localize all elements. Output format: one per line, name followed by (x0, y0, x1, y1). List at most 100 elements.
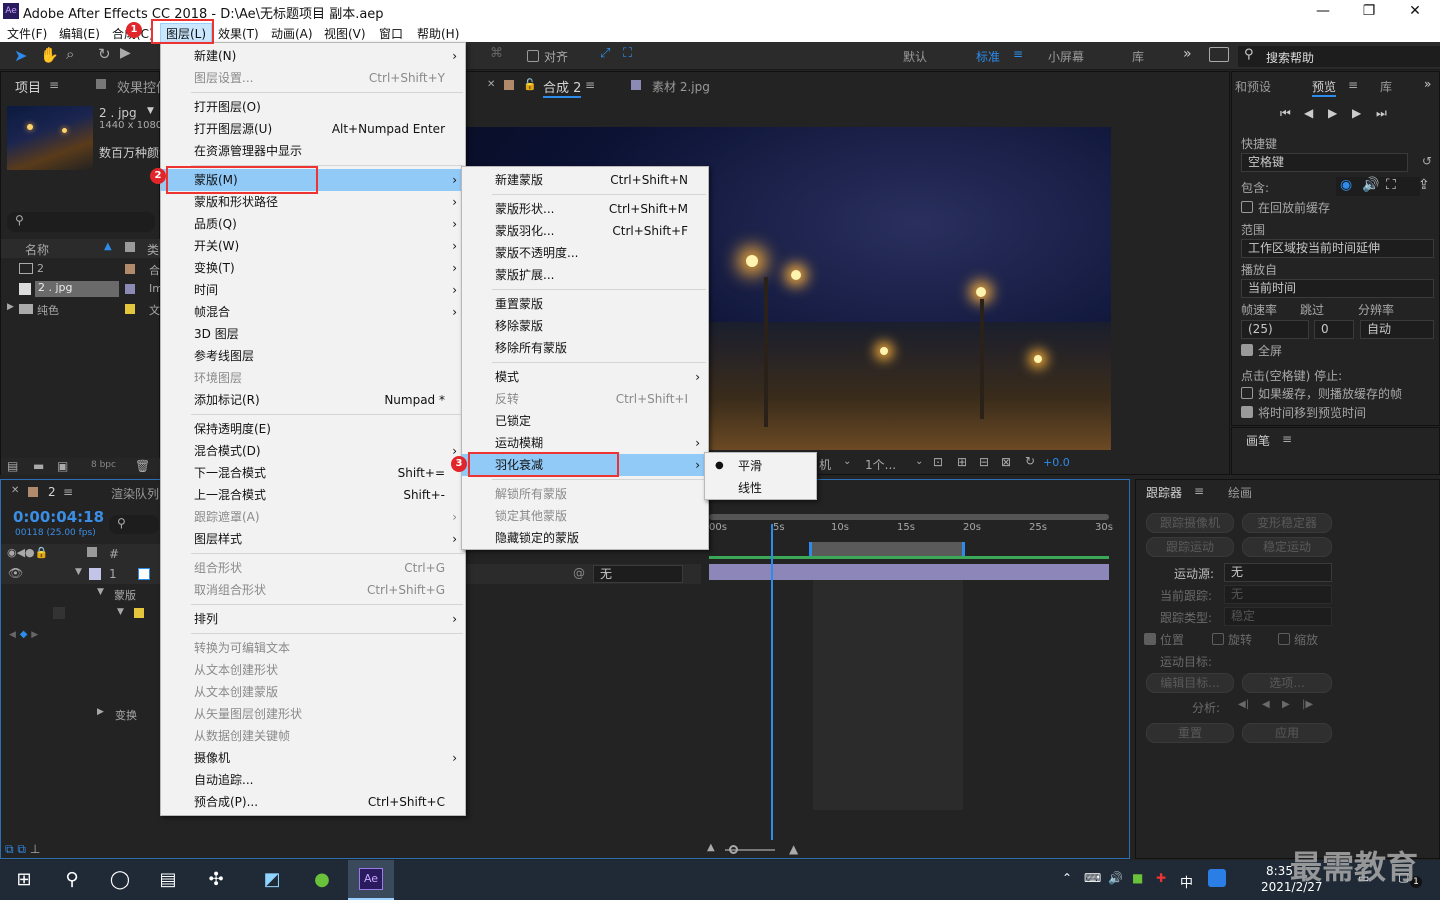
speaker-icon[interactable]: 🔊 (1362, 177, 1379, 193)
expand-arrow-icon[interactable]: ▶ (97, 707, 104, 717)
collapse-arrow-icon[interactable]: ▼ (75, 567, 82, 577)
motion-source-dropdown[interactable]: 无 (1224, 563, 1332, 582)
mask-menu-item[interactable]: 新建蒙版 Ctrl+Shift+N (462, 169, 708, 191)
analyze-back-frame-icon[interactable]: ◀| (1238, 699, 1249, 710)
mask-menu-item[interactable]: 蒙版形状... Ctrl+Shift+M (462, 198, 708, 220)
layer-menu-item[interactable]: 预合成(P)... Ctrl+Shift+C (161, 791, 465, 813)
pin-icon[interactable]: ⌘ (490, 46, 503, 61)
layer-menu-item[interactable]: 打开图层(O) (161, 96, 465, 118)
column-name[interactable]: 名称 (25, 241, 49, 258)
security-icon[interactable]: ✚ (1156, 871, 1166, 885)
panel-menu-icon[interactable]: ≡ (1194, 484, 1204, 498)
column-type[interactable]: 类 (147, 241, 159, 258)
project-search-input[interactable]: ⚲ (7, 212, 155, 232)
mask-lock[interactable] (53, 607, 65, 619)
mask-menu-item[interactable]: 羽化衰减 › (462, 454, 708, 476)
transparency-grid-icon[interactable]: ⊟ (979, 455, 989, 469)
zoom-in-icon[interactable]: ▲ (789, 842, 798, 856)
cache-before-checkbox[interactable] (1241, 201, 1253, 213)
track-camera-button[interactable]: 跟踪摄像机 (1146, 513, 1234, 533)
menu-animation[interactable]: 动画(A) (271, 25, 313, 42)
work-area-bar[interactable] (809, 542, 965, 556)
resolution-dropdown[interactable]: 自动 (1360, 320, 1434, 339)
rotate-tool-icon[interactable]: ↻ (98, 45, 111, 63)
qq-icon[interactable] (1208, 869, 1226, 887)
cache-frames-checkbox[interactable] (1241, 387, 1253, 399)
panel-menu-icon[interactable]: ≡ (63, 485, 73, 499)
menu-effect[interactable]: 效果(T) (218, 25, 259, 42)
layer-menu-item[interactable]: 自动追踪... (161, 769, 465, 791)
options-button[interactable]: 选项... (1242, 673, 1332, 693)
timeline-zoom-slider[interactable]: ▲ ▲ (701, 842, 811, 858)
project-row[interactable]: ▶ 纯色 文 (1, 299, 161, 319)
project-row[interactable]: 2 . jpg Im (1, 279, 163, 299)
keyframe-diamond-icon[interactable]: ◆ (20, 629, 28, 640)
falloff-menu-item[interactable]: 线性 (705, 477, 816, 499)
mask-menu-item[interactable]: 模式 › (462, 366, 708, 388)
layer-menu-item[interactable]: 混合模式(D) › (161, 440, 465, 462)
collapse-arrow-icon[interactable]: ▼ (97, 587, 104, 597)
fast-preview-icon[interactable]: ⊞ (957, 455, 967, 469)
analyze-forward-icon[interactable]: ▶ (1282, 699, 1290, 710)
tab-library[interactable]: 库 (1380, 78, 1392, 95)
workspace-small-screen[interactable]: 小屏幕 (1048, 48, 1084, 65)
zoom-thumb[interactable] (729, 845, 738, 854)
sort-up-icon[interactable]: ▲ (104, 241, 112, 252)
layer-menu-item[interactable]: 3D 图层 (161, 323, 465, 345)
zoom-out-icon[interactable]: ▲ (707, 842, 715, 853)
camera-dropdown[interactable]: 机 (819, 456, 831, 473)
search-icon[interactable]: ⚲ (56, 864, 88, 896)
chevron-down-icon[interactable]: ▼ (147, 106, 154, 116)
shortcut-dropdown[interactable]: 空格键 (1241, 153, 1408, 172)
prev-keyframe-icon[interactable]: ◀ (9, 630, 16, 640)
toggle-modes-icon[interactable]: ⧉ (17, 842, 26, 856)
maximize-button[interactable]: ❐ (1346, 0, 1392, 22)
timeline-icon[interactable]: ⊠ (1001, 455, 1011, 469)
tab-effects-presets[interactable]: 和预设 (1235, 78, 1271, 95)
layer-menu-item[interactable]: 上一混合模式 Shift+- (161, 484, 465, 506)
tab-render-queue[interactable]: 渲染队列 (111, 485, 159, 502)
skip-dropdown[interactable]: 0 (1314, 320, 1354, 339)
fan-app-icon[interactable]: ✣ (200, 864, 232, 896)
layer-menu-item[interactable]: 摄像机 › (161, 747, 465, 769)
pickwhip-icon[interactable]: @ (573, 566, 585, 580)
layer-menu-item[interactable]: 品质(Q) › (161, 213, 465, 235)
tab-project[interactable]: 项目 (15, 77, 41, 96)
mask-menu-item[interactable]: 运动模糊 › (462, 432, 708, 454)
timeline-search-input[interactable]: ⚲ (109, 515, 159, 534)
workspace-default[interactable]: 默认 (903, 48, 927, 65)
search-help-box[interactable]: ⚲ 搜索帮助 (1238, 46, 1440, 67)
play-from-dropdown[interactable]: 当前时间 (1241, 279, 1434, 298)
task-view-icon[interactable]: ▤ (152, 864, 184, 896)
mask-group-row[interactable]: ▼ 蒙版 (1, 584, 161, 604)
camera-tool-icon[interactable]: ▶ (120, 45, 131, 61)
interpret-footage-icon[interactable]: ▤ (7, 459, 18, 473)
close-button[interactable]: ✕ (1392, 0, 1438, 22)
panel-menu-icon[interactable]: ≡ (1282, 432, 1292, 446)
current-track-dropdown[interactable]: 无 (1224, 585, 1332, 604)
mask-menu-item[interactable]: 蒙版羽化... Ctrl+Shift+F (462, 220, 708, 242)
last-frame-icon[interactable]: ⏭ (1376, 106, 1387, 121)
taskbar-ae-item[interactable]: Ae (348, 860, 394, 900)
warp-stabilizer-button[interactable]: 变形稳定器 (1242, 513, 1332, 533)
layer-menu-item[interactable]: 帧混合 › (161, 301, 465, 323)
layer-menu-item[interactable]: 图层样式 › (161, 528, 465, 550)
toggle-switches-icon[interactable]: ⧉ (5, 842, 14, 856)
zoom-tool-icon[interactable]: ⌕ (66, 45, 74, 63)
tab-tracker[interactable]: 跟踪器 (1146, 484, 1182, 501)
reset-exposure-icon[interactable]: ↻ (1025, 454, 1035, 468)
eye-icon[interactable]: 👁 (8, 566, 23, 580)
minimize-button[interactable]: — (1300, 0, 1346, 22)
menu-window[interactable]: 窗口 (379, 25, 403, 42)
bpc-indicator[interactable]: 8 bpc (91, 460, 116, 470)
menu-help[interactable]: 帮助(H) (417, 25, 459, 42)
falloff-menu-item[interactable]: ● 平滑 (705, 455, 816, 477)
exposure-value[interactable]: +0.0 (1043, 456, 1070, 469)
selection-tool-icon[interactable]: ➤ (14, 46, 27, 65)
layer-menu-item[interactable]: 排列 › (161, 608, 465, 630)
layer-menu-item[interactable]: 变换(T) › (161, 257, 465, 279)
reset-icon[interactable]: ↺ (1422, 154, 1432, 168)
tab-paint[interactable]: 绘画 (1228, 484, 1252, 501)
trash-icon[interactable]: 🗑 (135, 459, 150, 473)
fullscreen-checkbox[interactable] (1241, 344, 1253, 356)
